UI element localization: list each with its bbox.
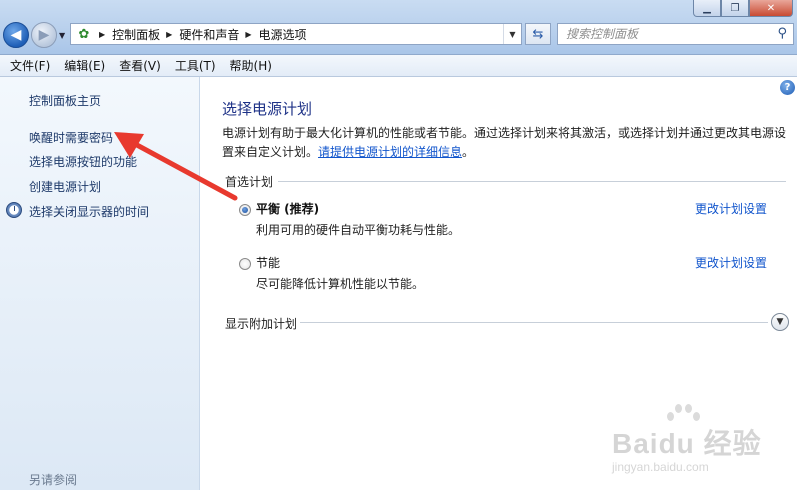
- search-icon[interactable]: ⚲: [777, 26, 787, 41]
- control-panel-icon: ✿: [78, 26, 90, 42]
- title-bar: ▁ ❐ ✕ ◀ ▶ ▼ ✿ ▶ 控制面板 ▶ 硬件和声音 ▶ 电源选项 ▼ ⇆ …: [0, 0, 797, 55]
- section-divider: [300, 322, 768, 323]
- plan-power-saver-radio[interactable]: [239, 258, 251, 270]
- chevron-down-icon: ▼: [776, 317, 784, 327]
- arrow-right-icon: ▶: [38, 27, 50, 43]
- plan-power-saver-change-settings-link[interactable]: 更改计划设置: [695, 254, 767, 271]
- menu-help[interactable]: 帮助(H): [223, 57, 279, 74]
- menu-tools[interactable]: 工具(T): [168, 57, 223, 74]
- address-dropdown-icon[interactable]: ▼: [503, 24, 521, 44]
- help-icon[interactable]: ?: [780, 80, 795, 95]
- control-panel-home-link[interactable]: 控制面板主页: [29, 92, 101, 109]
- annotation-arrow: [114, 132, 238, 201]
- baidu-watermark: Baidu 经验 jingyan.baidu.com: [612, 404, 792, 484]
- recent-pages-dropdown[interactable]: ▼: [59, 31, 65, 40]
- refresh-icon: ⇆: [532, 26, 544, 42]
- see-also-heading: 另请参阅: [29, 473, 78, 487]
- preferred-plans-heading: 首选计划: [225, 175, 274, 189]
- breadcrumb-separator-icon[interactable]: ▶: [99, 30, 105, 39]
- show-additional-plans-heading[interactable]: 显示附加计划: [225, 315, 297, 332]
- breadcrumb-power-options[interactable]: 电源选项: [259, 26, 307, 43]
- minimize-button[interactable]: ▁: [693, 0, 721, 17]
- create-power-plan-link[interactable]: 创建电源计划: [29, 178, 101, 195]
- plan-details-link[interactable]: 请提供电源计划的详细信息: [318, 145, 462, 159]
- refresh-button[interactable]: ⇆: [525, 23, 551, 45]
- menu-edit[interactable]: 编辑(E): [57, 57, 112, 74]
- window-controls: ▁ ❐ ✕: [693, 0, 793, 17]
- breadcrumb-control-panel[interactable]: 控制面板: [112, 26, 160, 43]
- plan-balanced-description: 利用可用的硬件自动平衡功耗与性能。: [256, 223, 461, 237]
- watermark-brand: Baidu 经验: [612, 428, 762, 459]
- menu-file[interactable]: 文件(F): [3, 57, 57, 74]
- forward-button[interactable]: ▶: [31, 22, 57, 48]
- address-bar[interactable]: ✿ ▶ 控制面板 ▶ 硬件和声音 ▶ 电源选项 ▼: [70, 23, 522, 45]
- maximize-button[interactable]: ❐: [721, 0, 749, 17]
- plan-power-saver-description: 尽可能降低计算机性能以节能。: [256, 277, 425, 291]
- close-button[interactable]: ✕: [749, 0, 793, 17]
- menu-view[interactable]: 查看(V): [112, 57, 168, 74]
- page-description: 电源计划有助于最大化计算机的性能或者节能。通过选择计划来将其激活，或选择计划并通…: [222, 126, 787, 159]
- expand-additional-plans-button[interactable]: ▼: [771, 313, 789, 331]
- plan-power-saver-name[interactable]: 节能: [256, 254, 280, 271]
- breadcrumb-separator-icon[interactable]: ▶: [166, 30, 172, 39]
- search-box[interactable]: ⚲: [557, 23, 794, 45]
- menu-bar: 文件(F) 编辑(E) 查看(V) 工具(T) 帮助(H): [0, 55, 797, 77]
- watermark-url: jingyan.baidu.com: [612, 460, 709, 474]
- breadcrumb-separator-icon[interactable]: ▶: [245, 30, 251, 39]
- search-input[interactable]: [566, 27, 766, 41]
- breadcrumb-hardware-sound[interactable]: 硬件和声音: [179, 26, 239, 43]
- display-timer-icon: [6, 202, 22, 218]
- plan-balanced-name[interactable]: 平衡 (推荐): [256, 200, 319, 217]
- page-title: 选择电源计划: [222, 100, 313, 118]
- section-divider: [278, 181, 786, 182]
- back-button[interactable]: ◀: [3, 22, 29, 48]
- plan-balanced-change-settings-link[interactable]: 更改计划设置: [695, 200, 767, 217]
- arrow-left-icon: ◀: [10, 27, 22, 43]
- plan-balanced-radio[interactable]: [239, 204, 251, 216]
